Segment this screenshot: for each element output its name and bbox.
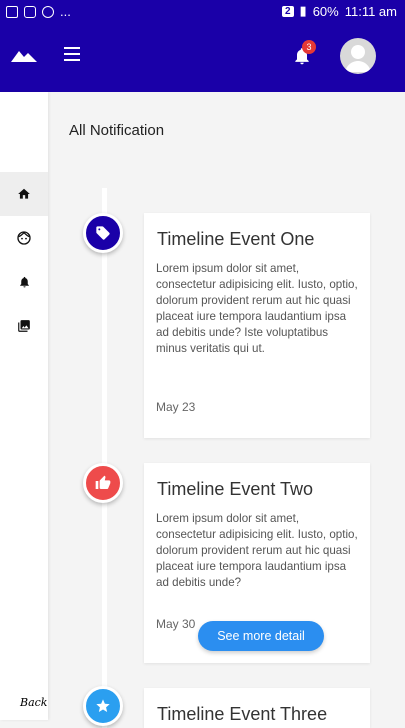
event-three-marker	[83, 686, 123, 726]
tag-icon	[96, 226, 110, 240]
card-body: Lorem ipsum dolor sit amet, consectetur …	[156, 262, 358, 355]
event-two-marker	[83, 463, 123, 503]
sim-badge: 2	[281, 5, 294, 17]
mountain-logo-icon[interactable]	[11, 48, 37, 67]
sidebar-item-profile[interactable]	[0, 216, 48, 260]
sidebar-item-gallery[interactable]	[0, 304, 48, 348]
user-avatar[interactable]	[340, 38, 376, 74]
gallery-notification-icon	[6, 5, 18, 18]
see-more-detail-button[interactable]: See more detail	[198, 621, 324, 651]
timeline-card: Timeline Event One Lorem ipsum dolor sit…	[144, 213, 370, 438]
whatsapp-notification-icon	[42, 5, 54, 18]
notification-count-badge: 3	[302, 40, 316, 54]
bell-icon	[19, 276, 29, 288]
card-body: Lorem ipsum dolor sit amet, consectetur …	[156, 512, 358, 589]
photo-library-icon	[18, 320, 30, 332]
sidebar	[0, 92, 48, 720]
home-icon	[18, 188, 30, 199]
event-one-marker	[83, 213, 123, 253]
timeline-line	[102, 188, 107, 728]
sidebar-item-home[interactable]	[0, 172, 48, 216]
thumbs-up-icon	[95, 475, 111, 489]
signal-icon: ▮	[299, 3, 307, 18]
card-title: Timeline Event One	[157, 229, 315, 249]
clock: 11:11 am	[344, 3, 397, 19]
message-notification-icon	[24, 5, 36, 18]
status-bar: ... 2 ▮ 60% 11:11 am	[0, 0, 405, 24]
battery-percent: 60%	[312, 3, 339, 19]
star-icon	[96, 699, 110, 712]
card-title: Timeline Event Three	[157, 704, 328, 724]
page-title: All Notification	[69, 122, 165, 139]
more-notifications-indicator: ...	[60, 4, 71, 19]
card-date: May 30	[156, 617, 196, 631]
timeline-card: Timeline Event Three	[144, 688, 370, 728]
card-title: Timeline Event Two	[157, 479, 314, 499]
face-icon	[17, 231, 31, 245]
back-button[interactable]: Back	[20, 696, 47, 709]
card-date: May 23	[156, 400, 196, 414]
hamburger-menu-icon[interactable]	[64, 47, 80, 61]
app-header: 3	[0, 24, 405, 92]
sidebar-item-notifications[interactable]	[0, 260, 48, 304]
